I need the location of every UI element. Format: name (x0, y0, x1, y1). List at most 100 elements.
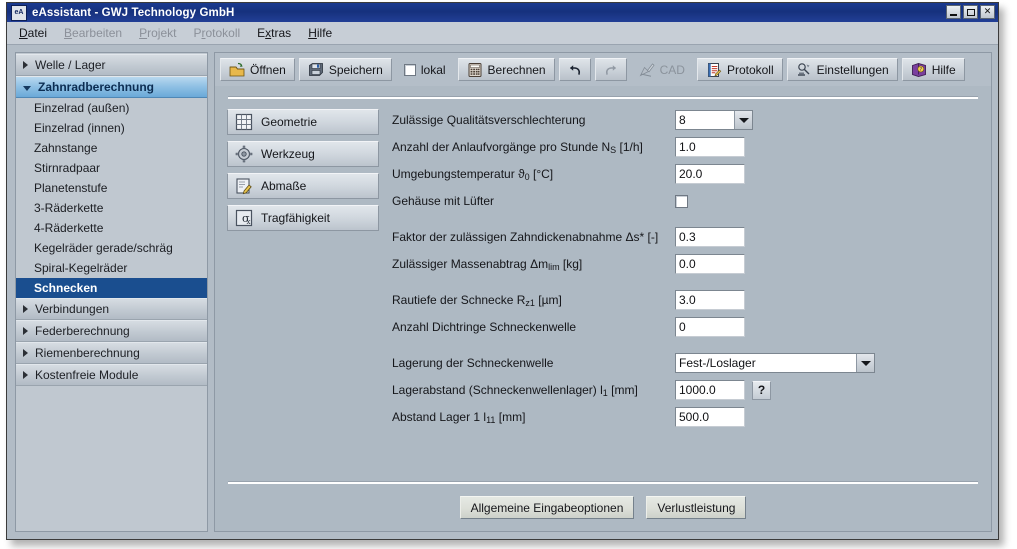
chevron-down-icon (856, 354, 874, 372)
abstand-lager1-input[interactable]: 500.0 (675, 407, 745, 427)
cad-button-label: CAD (660, 63, 685, 77)
select-value: 8 (679, 113, 734, 127)
lokal-label: lokal (421, 63, 446, 77)
verlustleistung-button[interactable]: Verlustleistung (646, 496, 746, 519)
dichtringe-input[interactable]: 0 (675, 317, 745, 337)
sigma-icon: σ x (235, 209, 253, 227)
form-row-qualitaetsverschlechterung: Zulässige Qualitätsverschlechterung 8 (392, 109, 981, 131)
save-button-label: Speichern (329, 63, 383, 77)
sidebar-item-planetenstufe[interactable]: Planetenstufe (16, 178, 207, 198)
tab-abmasse[interactable]: Abmaße (227, 173, 379, 199)
rautiefe-input[interactable]: 3.0 (675, 290, 745, 310)
menu-item-extras[interactable]: Extras (257, 26, 291, 40)
sidebar-item-schnecken[interactable]: Schnecken (16, 278, 207, 298)
sidebar-item-label: Einzelrad (außen) (34, 101, 129, 115)
settings-button[interactable]: Einstellungen (787, 58, 898, 81)
save-button[interactable]: Speichern (299, 58, 392, 81)
sidebar-group-welle-lager[interactable]: Welle / Lager (16, 54, 207, 76)
field-label: Lagerung der Schneckenwelle (392, 356, 675, 370)
menu-item-datei[interactable]: Datei (19, 26, 47, 40)
calculator-icon (467, 62, 483, 78)
form-row-dichtringe: Anzahl Dichtringe Schneckenwelle 0 (392, 316, 981, 338)
redo-arrow-icon (603, 62, 619, 78)
tab-werkzeug[interactable]: Werkzeug (227, 141, 379, 167)
body-split: Welle / Lager Zahnradberechnung Einzelra… (7, 45, 998, 539)
sidebar-group-label: Riemenberechnung (35, 346, 140, 360)
form-row-anlaufvorgaenge: Anzahl der Anlaufvorgänge pro Stunde NS … (392, 136, 981, 158)
settings-button-label: Einstellungen (817, 63, 889, 77)
main-panel: Öffnen Speichern lokal (214, 52, 992, 532)
sidebar-group-riemenberechnung[interactable]: Riemenberechnung (16, 342, 207, 364)
umgebungstemperatur-input[interactable]: 20.0 (675, 164, 745, 184)
field-label: Anzahl Dichtringe Schneckenwelle (392, 320, 675, 334)
field-label: Rautiefe der Schnecke Rz1 [µm] (392, 293, 675, 308)
form-row-abstand-lager1: Abstand Lager 1 l11 [mm] 500.0 (392, 406, 981, 428)
help-button-label: Hilfe (932, 63, 956, 77)
menu-item-projekt[interactable]: Projekt (139, 26, 176, 40)
sidebar-item-label: Kegelräder gerade/schräg (34, 241, 173, 255)
content-area: Geometrie Werkzeug (215, 86, 991, 531)
field-label: Anzahl der Anlaufvorgänge pro Stunde NS … (392, 140, 675, 155)
tab-label: Geometrie (261, 115, 317, 129)
application-window: eA eAssistant - GWJ Technology GmbH ✕ Da… (6, 2, 999, 540)
sidebar-group-kostenfreie-module[interactable]: Kostenfreie Module (16, 364, 207, 386)
open-button[interactable]: Öffnen (220, 58, 295, 81)
sidebar-item-einzelrad-aussen[interactable]: Einzelrad (außen) (16, 98, 207, 118)
field-label: Lagerabstand (Schneckenwellenlager) l1 [… (392, 383, 675, 398)
undo-button[interactable] (559, 58, 591, 81)
tab-column: Geometrie Werkzeug (225, 109, 382, 481)
sidebar-group-label: Federberechnung (35, 324, 130, 338)
sidebar-group-federberechnung[interactable]: Federberechnung (16, 320, 207, 342)
sidebar-group-label: Welle / Lager (35, 58, 105, 72)
sidebar-item-einzelrad-innen[interactable]: Einzelrad (innen) (16, 118, 207, 138)
content-columns: Geometrie Werkzeug (225, 109, 981, 481)
sidebar-item-label: Einzelrad (innen) (34, 121, 125, 135)
field-label: Zulässige Qualitätsverschlechterung (392, 113, 675, 127)
select-value: Fest-/Loslager (679, 356, 856, 370)
open-button-label: Öffnen (250, 63, 286, 77)
qualitaetsverschlechterung-select[interactable]: 8 (675, 110, 753, 130)
title-bar: eA eAssistant - GWJ Technology GmbH ✕ (7, 3, 998, 22)
minimize-button[interactable] (946, 5, 961, 19)
sidebar-item-label: 3-Räderkette (34, 201, 103, 215)
floppy-disk-icon (308, 62, 324, 78)
chevron-right-icon (23, 327, 28, 335)
help-button[interactable]: ? Hilfe (902, 58, 965, 81)
anlaufvorgaenge-input[interactable]: 1.0 (675, 137, 745, 157)
field-label: Umgebungstemperatur ϑ0 [°C] (392, 167, 675, 182)
allgemeine-eingabeoptionen-button[interactable]: Allgemeine Eingabeoptionen (460, 496, 635, 519)
close-button[interactable]: ✕ (980, 5, 995, 19)
maximize-button[interactable] (963, 5, 978, 19)
folder-open-icon (229, 62, 245, 78)
tab-tragfaehigkeit[interactable]: σ x Tragfähigkeit (227, 205, 379, 231)
protocol-button[interactable]: Protokoll (697, 58, 783, 81)
zahndickenabnahme-input[interactable]: 0.3 (675, 227, 745, 247)
sidebar-group-zahnradberechnung[interactable]: Zahnradberechnung (16, 76, 207, 98)
tab-label: Tragfähigkeit (261, 211, 330, 225)
grid-icon (235, 113, 253, 131)
sidebar-item-spiral-kegelraeder[interactable]: Spiral-Kegelräder (16, 258, 207, 278)
lokal-checkbox[interactable]: lokal (396, 58, 454, 81)
lagerung-select[interactable]: Fest-/Loslager (675, 353, 875, 373)
calculate-button[interactable]: Berechnen (458, 58, 555, 81)
sidebar-item-zahnstange[interactable]: Zahnstange (16, 138, 207, 158)
lagerabstand-input[interactable]: 1000.0 (675, 380, 745, 400)
chevron-right-icon (23, 305, 28, 313)
redo-button[interactable] (595, 58, 627, 81)
lagerabstand-help-button[interactable]: ? (752, 381, 771, 400)
menu-item-hilfe[interactable]: Hilfe (308, 26, 332, 40)
toolbar: Öffnen Speichern lokal (215, 53, 991, 86)
sidebar-item-4-raederkette[interactable]: 4-Räderkette (16, 218, 207, 238)
checkbox-box-icon (404, 64, 416, 76)
sidebar-group-verbindungen[interactable]: Verbindungen (16, 298, 207, 320)
sidebar-item-kegelraeder[interactable]: Kegelräder gerade/schräg (16, 238, 207, 258)
cad-button[interactable]: CAD (631, 58, 693, 81)
tab-geometrie[interactable]: Geometrie (227, 109, 379, 135)
footer-buttons: Allgemeine Eingabeoptionen Verlustleistu… (225, 496, 981, 531)
menu-item-bearbeiten[interactable]: Bearbeiten (64, 26, 122, 40)
sidebar-item-stirnradpaar[interactable]: Stirnradpaar (16, 158, 207, 178)
menu-item-protokoll[interactable]: Protokoll (193, 26, 240, 40)
sidebar-item-3-raederkette[interactable]: 3-Räderkette (16, 198, 207, 218)
gehaeuse-luefter-checkbox[interactable] (675, 195, 688, 208)
massenabtrag-input[interactable]: 0.0 (675, 254, 745, 274)
